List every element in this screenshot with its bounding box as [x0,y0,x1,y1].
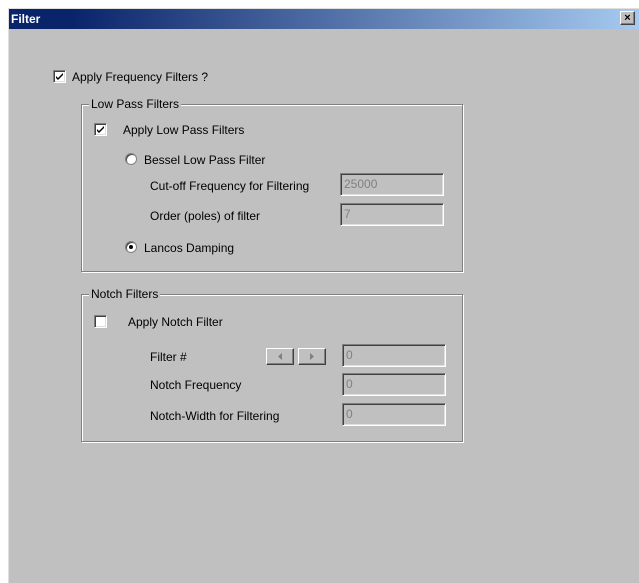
notch-frequency-label: Notch Frequency [150,378,242,392]
notch-width-input[interactable]: 0 [342,403,446,426]
order-input[interactable]: 7 [340,203,444,226]
apply-low-pass-label: Apply Low Pass Filters [123,123,245,137]
checkmark-icon [97,126,104,133]
bessel-radio[interactable] [125,153,137,165]
bessel-label: Bessel Low Pass Filter [144,153,266,167]
apply-low-pass-checkbox[interactable] [94,123,107,136]
arrow-right-icon [310,353,314,360]
order-label: Order (poles) of filter [150,209,261,223]
lancos-label: Lancos Damping [144,241,235,255]
title-bar[interactable]: Filter × [9,9,639,29]
filter-next-button[interactable] [298,348,326,365]
filter-number-input[interactable]: 0 [342,344,446,367]
filter-window: Filter × Apply Frequency Filters ? Low P… [8,8,639,583]
cutoff-label: Cut-off Frequency for Filtering [150,179,310,193]
arrow-left-icon [278,353,282,360]
apply-notch-checkbox[interactable] [94,315,107,328]
cutoff-frequency-input[interactable]: 25000 [340,173,444,196]
notch-frequency-input[interactable]: 0 [342,373,446,396]
filter-prev-button[interactable] [266,348,294,365]
window-title: Filter [11,12,41,26]
low-pass-group-title: Low Pass Filters [89,97,182,111]
filter-number-label: Filter # [150,350,187,364]
close-icon: × [624,12,631,24]
notch-group-title: Notch Filters [89,287,161,301]
close-button[interactable]: × [620,11,635,25]
checkmark-icon [56,73,63,80]
notch-width-label: Notch-Width for Filtering [150,409,280,423]
apply-frequency-checkbox[interactable] [53,70,66,83]
radio-selected-dot [129,245,133,249]
lancos-radio[interactable] [125,241,137,253]
apply-notch-label: Apply Notch Filter [128,315,223,329]
apply-frequency-label: Apply Frequency Filters ? [72,70,209,84]
